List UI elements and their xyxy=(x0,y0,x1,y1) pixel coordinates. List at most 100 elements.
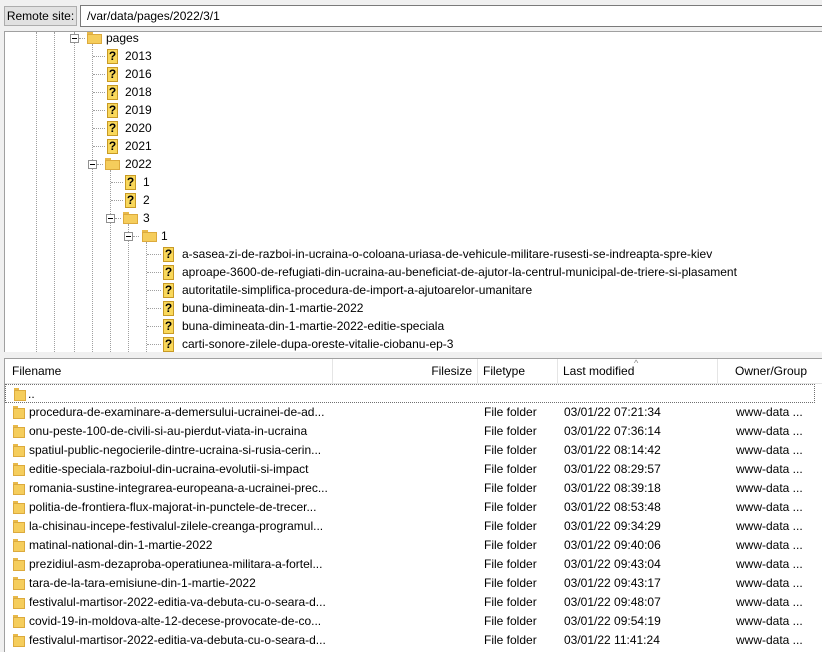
collapse-icon[interactable] xyxy=(124,232,133,241)
column-filesize[interactable]: Filesize xyxy=(333,359,472,383)
folder-icon xyxy=(105,158,120,170)
table-row[interactable]: covid-19-in-moldova-alte-12-decese-provo… xyxy=(5,612,822,631)
folder-icon xyxy=(13,406,25,419)
owner-group-cell: www-data ... xyxy=(736,424,803,438)
parent-directory-label: .. xyxy=(28,387,35,401)
filename-cell: spatiul-public-negocierile-dintre-ucrain… xyxy=(29,443,322,457)
tree-guide-line xyxy=(93,110,105,111)
table-row[interactable]: matinal-national-din-1-martie-2022 File f… xyxy=(5,536,822,555)
tree-guide-line xyxy=(147,308,161,309)
filetype-cell: File folder xyxy=(484,424,537,438)
filename-cell: procedura-de-examinare-a-demersului-ucra… xyxy=(29,405,325,419)
tree-node-label[interactable]: buna-dimineata-din-1-martie-2022-editie-… xyxy=(182,318,444,334)
folder-icon xyxy=(13,520,25,533)
tree-node-label[interactable]: 2016 xyxy=(125,66,152,82)
folder-icon xyxy=(13,463,25,476)
tree-node-label[interactable]: 2 xyxy=(143,192,150,208)
tree-node-label[interactable]: autoritatile-simplifica-procedura-de-imp… xyxy=(182,282,532,298)
table-row[interactable]: romania-sustine-integrarea-europeana-a-u… xyxy=(5,479,822,498)
tree-node-label[interactable]: 3 xyxy=(143,210,150,226)
tree-guide-line xyxy=(36,32,37,352)
tree-node-label[interactable]: aproape-3600-de-refugiati-din-ucraina-au… xyxy=(182,264,737,280)
owner-group-cell: www-data ... xyxy=(736,443,803,457)
folder-icon xyxy=(13,425,25,438)
tree-node-label[interactable]: a-sasea-zi-de-razboi-in-ucraina-o-coloan… xyxy=(182,246,712,262)
collapse-icon[interactable] xyxy=(88,160,97,169)
filename-cell: romania-sustine-integrarea-europeana-a-u… xyxy=(29,481,328,495)
tree-node-label[interactable]: 1 xyxy=(143,174,150,190)
tree-node-label[interactable]: 2013 xyxy=(125,48,152,64)
column-divider[interactable] xyxy=(557,359,558,383)
tree-node-label[interactable]: 2019 xyxy=(125,102,152,118)
folder-icon xyxy=(14,388,26,401)
unknown-folder-icon: ? xyxy=(107,103,118,118)
column-filetype[interactable]: Filetype xyxy=(483,359,555,383)
tree-guide-line xyxy=(93,128,105,129)
last-modified-cell: 03/01/22 07:21:34 xyxy=(564,405,661,419)
filename-cell: onu-peste-100-de-civili-si-au-pierdut-vi… xyxy=(29,424,308,438)
last-modified-cell: 03/01/22 07:36:14 xyxy=(564,424,661,438)
table-row[interactable]: prezidiul-asm-dezaproba-operatiunea-mili… xyxy=(5,555,822,574)
last-modified-cell: 03/01/22 09:54:19 xyxy=(564,614,661,628)
tree-node-label[interactable]: 2021 xyxy=(125,138,152,154)
last-modified-cell: 03/01/22 08:53:48 xyxy=(564,500,661,514)
unknown-folder-icon: ? xyxy=(163,337,174,352)
tree-guide-line xyxy=(147,344,161,345)
owner-group-cell: www-data ... xyxy=(736,500,803,514)
tree-node-label[interactable]: 2022 xyxy=(125,156,152,172)
unknown-folder-icon: ? xyxy=(163,319,174,334)
owner-group-cell: www-data ... xyxy=(736,595,803,609)
filetype-cell: File folder xyxy=(484,462,537,476)
tree-guide-line xyxy=(93,56,105,57)
collapse-icon[interactable] xyxy=(106,214,115,223)
table-row[interactable]: tara-de-la-tara-emisiune-din-1-martie-20… xyxy=(5,574,822,593)
tree-guide-line xyxy=(111,200,123,201)
remote-directory-tree[interactable]: pages? 2013? 2016? 2018? 2019? 2020? 2021 2022?… xyxy=(4,31,822,352)
tree-guide-line xyxy=(115,218,121,219)
unknown-folder-icon: ? xyxy=(107,121,118,136)
filetype-cell: File folder xyxy=(484,633,537,647)
tree-node-label[interactable]: 1 xyxy=(161,228,168,244)
file-list-header: Filename Filesize Filetype Last modified… xyxy=(5,359,822,384)
filename-cell: editie-speciala-razboiul-din-ucraina-evo… xyxy=(29,462,309,476)
tree-guide-line xyxy=(54,32,55,352)
column-owner-group[interactable]: Owner/Group xyxy=(735,359,822,383)
tree-node-label[interactable]: carti-sonore-zilele-dupa-oreste-vitalie-… xyxy=(182,336,453,352)
column-divider[interactable] xyxy=(717,359,718,383)
table-row[interactable]: festivalul-martisor-2022-editia-va-debut… xyxy=(5,631,822,650)
unknown-folder-icon: ? xyxy=(163,247,174,262)
remote-site-label[interactable]: Remote site: xyxy=(4,6,77,26)
tree-guide-line xyxy=(147,290,161,291)
tree-node-label[interactable]: buna-dimineata-din-1-martie-2022 xyxy=(182,300,363,316)
table-row[interactable]: procedura-de-examinare-a-demersului-ucra… xyxy=(5,403,822,422)
collapse-icon[interactable] xyxy=(70,34,79,43)
filename-cell: politia-de-frontiera-flux-majorat-in-pun… xyxy=(29,500,317,514)
last-modified-cell: 03/01/22 09:43:04 xyxy=(564,557,661,571)
table-row[interactable]: festivalul-martisor-2022-editia-va-debut… xyxy=(5,593,822,612)
column-filename[interactable]: Filename xyxy=(12,359,332,383)
tree-node-label[interactable]: pages xyxy=(106,32,139,46)
tree-node-label[interactable]: 2020 xyxy=(125,120,152,136)
last-modified-cell: 03/01/22 09:48:07 xyxy=(564,595,661,609)
folder-icon xyxy=(142,230,157,242)
folder-icon xyxy=(13,634,25,647)
tree-guide-line xyxy=(74,43,75,352)
filename-cell: prezidiul-asm-dezaproba-operatiunea-mili… xyxy=(29,557,323,571)
table-row[interactable]: editie-speciala-razboiul-din-ucraina-evo… xyxy=(5,460,822,479)
folder-icon xyxy=(123,212,138,224)
unknown-folder-icon: ? xyxy=(107,85,118,100)
owner-group-cell: www-data ... xyxy=(736,538,803,552)
column-divider[interactable] xyxy=(477,359,478,383)
parent-directory-row[interactable]: .. xyxy=(5,384,815,403)
table-row[interactable]: politia-de-frontiera-flux-majorat-in-pun… xyxy=(5,498,822,517)
tree-node-label[interactable]: 2018 xyxy=(125,84,152,100)
unknown-folder-icon: ? xyxy=(125,193,136,208)
table-row[interactable]: la-chisinau-incepe-festivalul-zilele-cre… xyxy=(5,517,822,536)
filetype-cell: File folder xyxy=(484,595,537,609)
remote-site-path-input[interactable]: /var/data/pages/2022/3/1 xyxy=(80,5,822,27)
table-row[interactable]: onu-peste-100-de-civili-si-au-pierdut-vi… xyxy=(5,422,822,441)
remote-file-list[interactable]: Filename Filesize Filetype Last modified… xyxy=(4,358,822,652)
last-modified-cell: 03/01/22 09:43:17 xyxy=(564,576,661,590)
last-modified-cell: 03/01/22 08:29:57 xyxy=(564,462,661,476)
table-row[interactable]: spatiul-public-negocierile-dintre-ucrain… xyxy=(5,441,822,460)
